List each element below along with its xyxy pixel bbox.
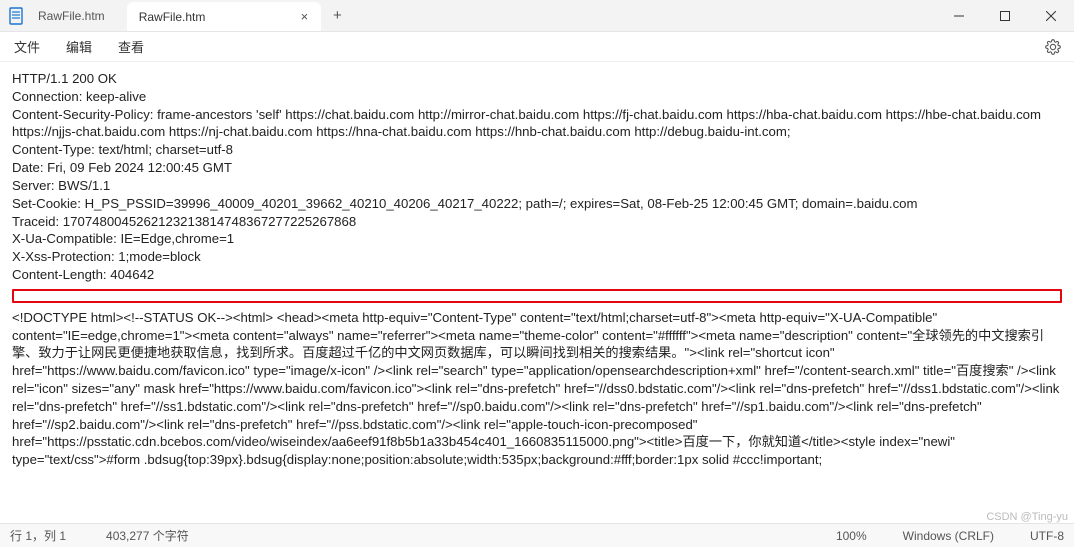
status-zoom[interactable]: 100% — [836, 529, 867, 543]
status-line-endings[interactable]: Windows (CRLF) — [903, 529, 994, 543]
http-status-line: HTTP/1.1 200 OK — [12, 70, 1062, 88]
header-date: Date: Fri, 09 Feb 2024 12:00:45 GMT — [12, 159, 1062, 177]
status-encoding[interactable]: UTF-8 — [1030, 529, 1064, 543]
new-tab-button[interactable]: + — [321, 0, 353, 31]
header-content-type: Content-Type: text/html; charset=utf-8 — [12, 141, 1062, 159]
header-connection: Connection: keep-alive — [12, 88, 1062, 106]
header-server: Server: BWS/1.1 — [12, 177, 1062, 195]
statusbar: 行 1，列 1 403,277 个字符 100% Windows (CRLF) … — [0, 523, 1074, 547]
tab-inactive[interactable]: RawFile.htm — [30, 9, 119, 23]
header-traceid: Traceid: 1707480045262123213814748367277… — [12, 213, 1062, 231]
tab-inactive-label: RawFile.htm — [38, 9, 105, 23]
highlight-separator — [12, 289, 1062, 303]
status-cursor-position: 行 1，列 1 — [10, 527, 66, 544]
text-content[interactable]: HTTP/1.1 200 OK Connection: keep-alive C… — [0, 62, 1074, 523]
close-window-button[interactable] — [1028, 0, 1074, 31]
menu-file[interactable]: 文件 — [10, 35, 44, 58]
http-headers-block: HTTP/1.1 200 OK Connection: keep-alive C… — [12, 70, 1062, 284]
window-controls — [936, 0, 1074, 31]
tab-active-label: RawFile.htm — [139, 10, 206, 24]
close-tab-icon[interactable]: × — [295, 8, 313, 26]
menu-edit[interactable]: 编辑 — [62, 35, 96, 58]
status-char-count: 403,277 个字符 — [106, 527, 189, 544]
header-xss: X-Xss-Protection: 1;mode=block — [12, 248, 1062, 266]
notepad-icon — [8, 7, 24, 25]
minimize-button[interactable] — [936, 0, 982, 31]
menu-view[interactable]: 查看 — [114, 35, 148, 58]
titlebar: RawFile.htm RawFile.htm × + — [0, 0, 1074, 32]
header-xua: X-Ua-Compatible: IE=Edge,chrome=1 — [12, 230, 1062, 248]
header-content-length: Content-Length: 404642 — [12, 266, 1062, 284]
titlebar-left: RawFile.htm — [0, 0, 127, 31]
header-set-cookie: Set-Cookie: H_PS_PSSID=39996_40009_40201… — [12, 195, 1062, 213]
menubar: 文件 编辑 查看 — [0, 32, 1074, 62]
header-csp: Content-Security-Policy: frame-ancestors… — [12, 106, 1062, 142]
http-body-block: <!DOCTYPE html><!--STATUS OK--><html> <h… — [12, 309, 1062, 469]
maximize-button[interactable] — [982, 0, 1028, 31]
gear-icon[interactable] — [1042, 36, 1064, 58]
statusbar-right: 100% Windows (CRLF) UTF-8 — [836, 529, 1064, 543]
tab-active[interactable]: RawFile.htm × — [127, 2, 322, 31]
